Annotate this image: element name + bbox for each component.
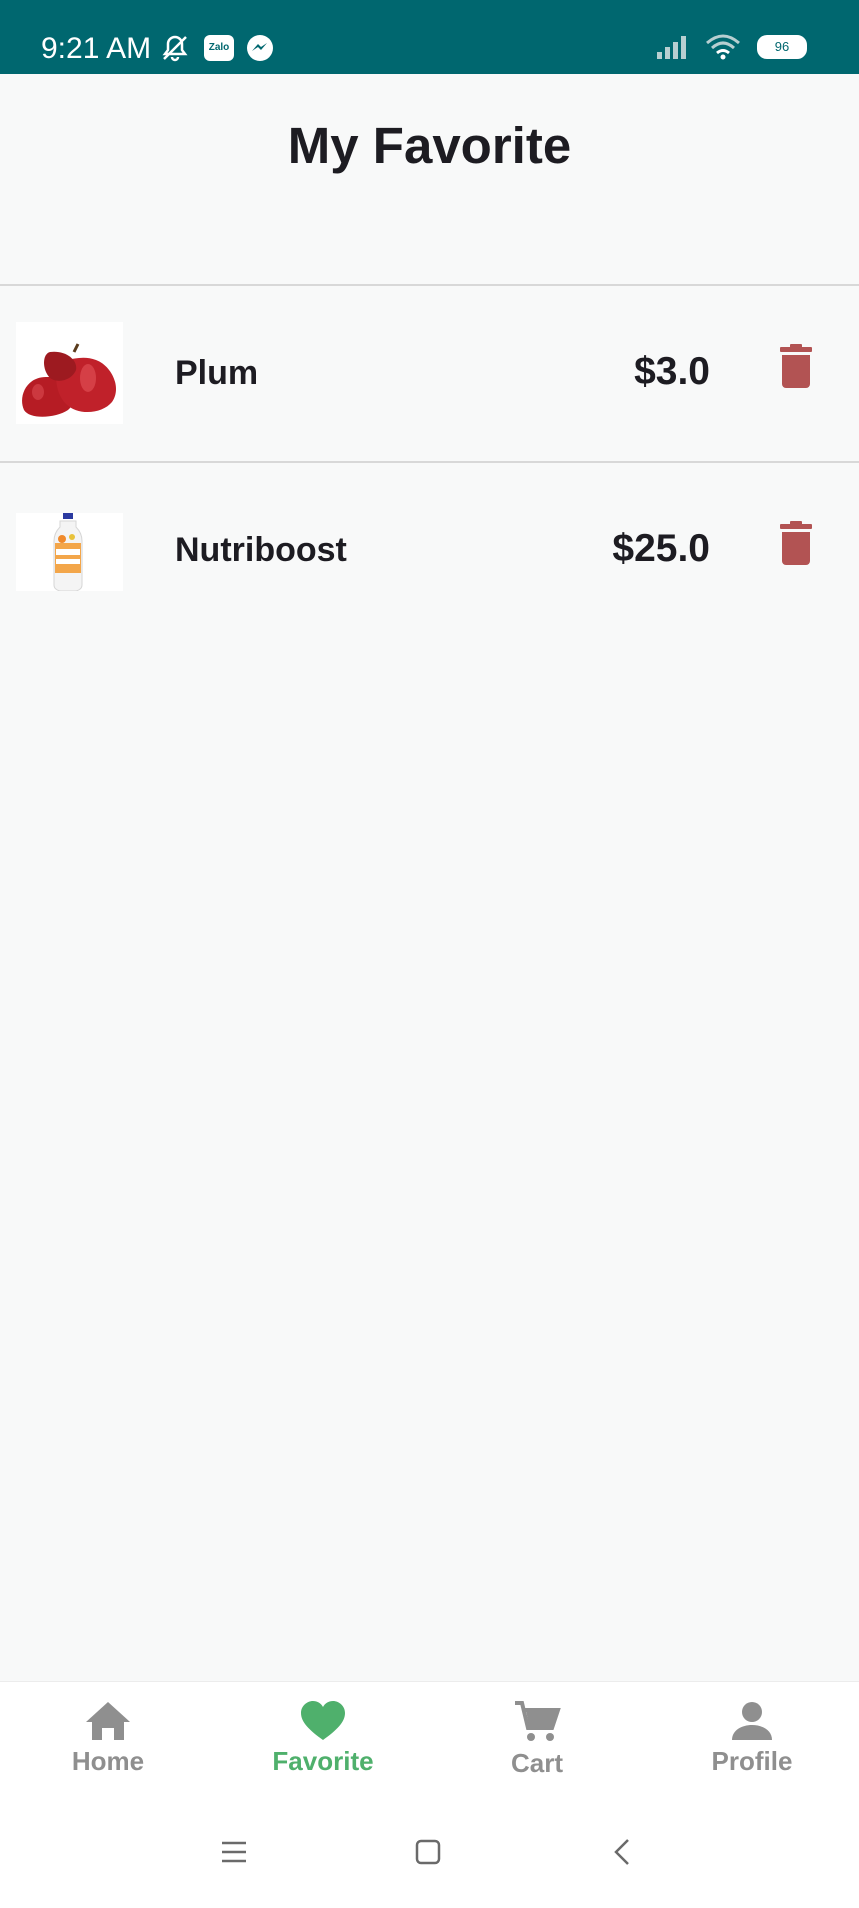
nav-favorite[interactable]: Favorite <box>243 1700 403 1777</box>
status-bar: 9:21 AM Zalo 96 <box>0 0 859 74</box>
delete-icon[interactable] <box>778 521 814 565</box>
home-icon <box>86 1702 130 1740</box>
favorite-item-nutriboost[interactable]: Nutriboost $25.0 <box>0 463 859 637</box>
system-navigation-bar <box>0 1794 859 1908</box>
nav-favorite-label: Favorite <box>272 1746 374 1776</box>
home-button-icon[interactable] <box>410 1834 446 1870</box>
delete-icon[interactable] <box>778 344 814 388</box>
person-icon <box>732 1702 772 1740</box>
heart-icon <box>301 1701 345 1740</box>
status-time: 9:21 AM <box>41 32 152 65</box>
menu-icon[interactable] <box>216 1834 252 1870</box>
battery-level: 96 <box>774 39 790 54</box>
nav-home-label: Home <box>71 1746 145 1776</box>
status-notification-icons: Zalo <box>158 33 274 63</box>
messenger-icon <box>247 35 273 61</box>
item-name: Nutriboost <box>175 531 347 569</box>
bottom-navigation: Home Favorite Cart Profile <box>0 1681 859 1795</box>
zalo-icon: Zalo <box>204 35 234 61</box>
back-icon[interactable] <box>606 1834 642 1870</box>
nav-profile[interactable]: Profile <box>672 1700 832 1777</box>
page-title: My Favorite <box>287 117 572 174</box>
page-header: My Favorite <box>0 74 859 284</box>
nutriboost-image <box>16 513 123 592</box>
plum-image <box>16 322 123 424</box>
item-price: $25.0 <box>612 527 710 570</box>
status-system-icons: 96 <box>655 33 807 61</box>
cart-icon <box>515 1701 561 1741</box>
mute-icon <box>162 35 188 62</box>
item-price: $3.0 <box>634 350 710 393</box>
signal-icon <box>657 36 686 59</box>
nav-cart[interactable]: Cart <box>457 1700 617 1779</box>
wifi-icon <box>706 34 740 60</box>
favorite-item-plum[interactable]: Plum $3.0 <box>0 286 859 460</box>
nav-profile-label: Profile <box>711 1746 793 1776</box>
nav-home[interactable]: Home <box>28 1700 188 1777</box>
battery-icon: 96 <box>757 35 807 59</box>
nav-cart-label: Cart <box>510 1748 563 1778</box>
item-name: Plum <box>175 354 259 392</box>
